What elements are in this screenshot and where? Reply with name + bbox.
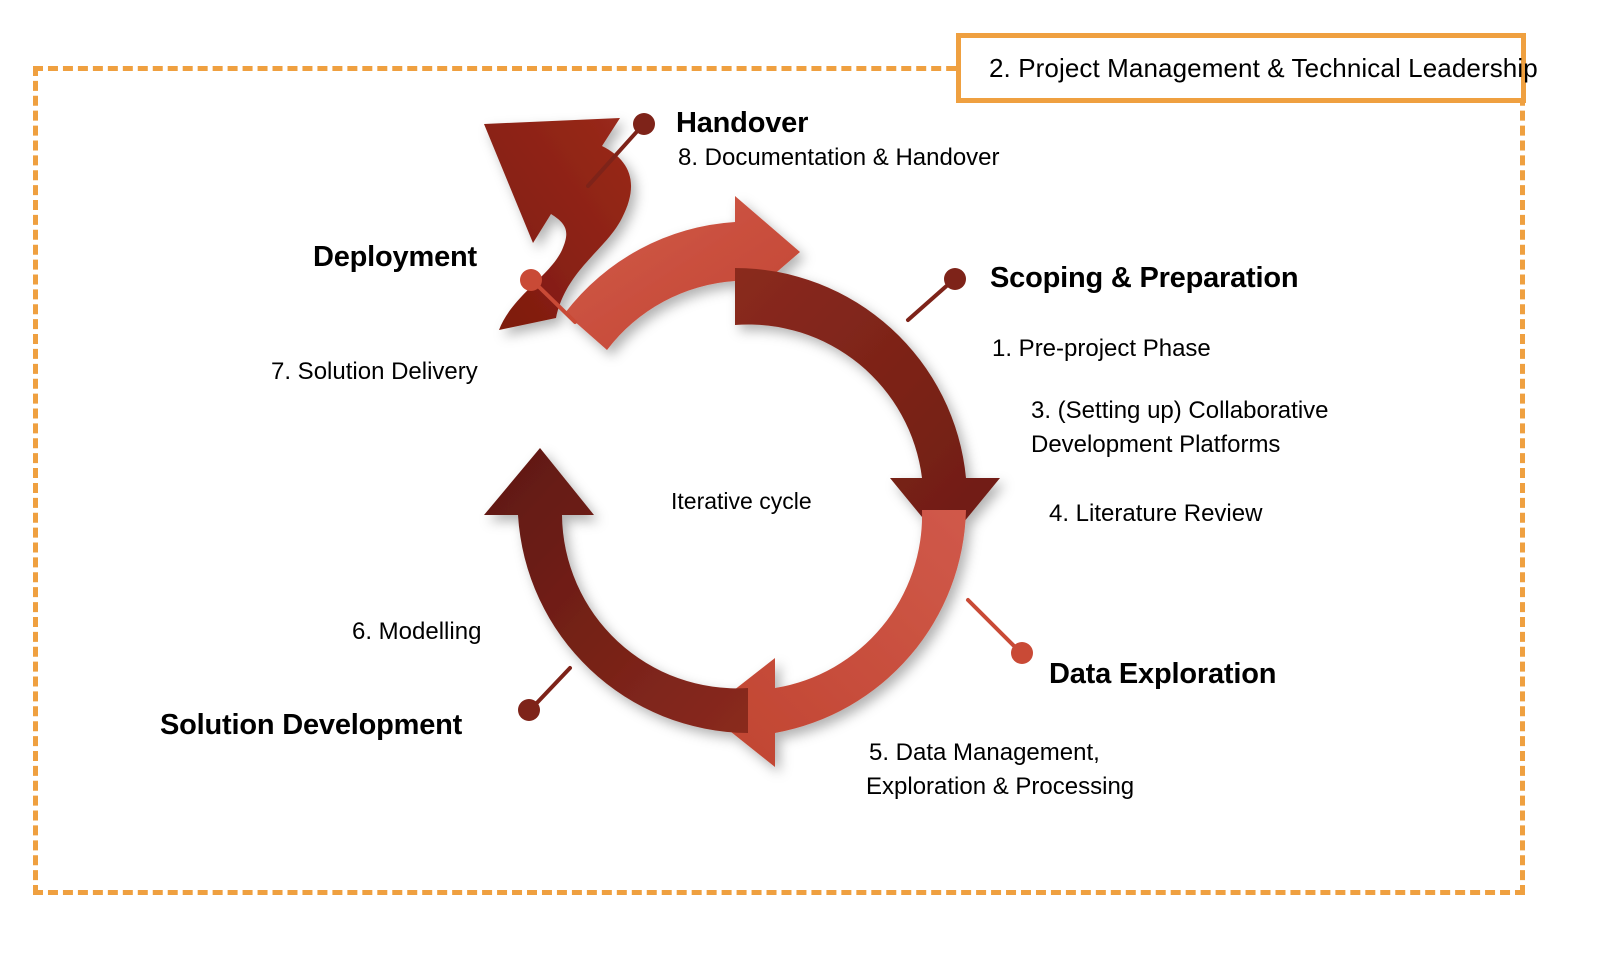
phase-title-deployment: Deployment [313,241,477,273]
phase-title-data-exploration: Data Exploration [1049,658,1277,690]
phase-title-scoping: Scoping & Preparation [990,262,1299,294]
phase-step-deployment-7: 7. Solution Delivery [271,358,478,385]
phase-step-data-exploration-5-cont: Exploration & Processing [866,773,1135,800]
connector-dot-data-exploration [1011,642,1033,664]
connector-dot-scoping [944,268,966,290]
project-management-callout-label: 2. Project Management & Technical Leader… [989,52,1538,83]
phase-step-scoping-3: 3. (Setting up) Collaborative [1031,397,1329,424]
connector-line-solution-development [531,666,572,709]
phase-step-scoping-3-cont: Development Platforms [1031,431,1281,458]
connector-dot-solution-development [518,699,540,721]
connector-dot-handover [633,113,655,135]
cycle-center-label: Iterative cycle [671,488,812,514]
project-management-callout-box: 2. Project Management & Technical Leader… [956,33,1538,103]
phase-step-handover-8: 8. Documentation & Handover [678,144,1000,171]
phase-title-handover: Handover [676,107,809,139]
phase-step-data-exploration-5: 5. Data Management, [869,739,1100,766]
connector-line-data-exploration [966,598,1020,652]
diagram-canvas: 2. Project Management & Technical Leader… [0,0,1618,980]
connector-dot-deployment [520,269,542,291]
phase-step-scoping-1: 1. Pre-project Phase [992,335,1211,362]
phase-step-solution-development-6: 6. Modelling [352,618,482,645]
connector-line-scoping [906,280,953,322]
phase-step-scoping-4: 4. Literature Review [1049,500,1263,527]
phase-title-solution-development: Solution Development [160,709,463,741]
